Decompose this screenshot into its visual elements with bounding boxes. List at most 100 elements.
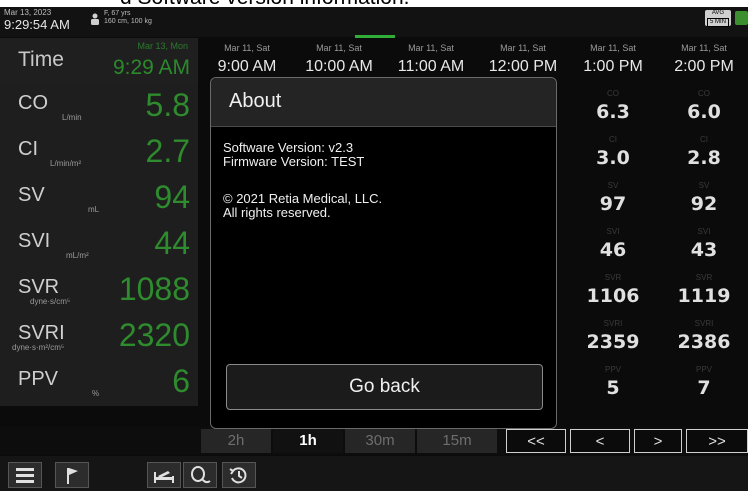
history-value: 97 [599, 193, 627, 215]
history-value: 92 [690, 193, 718, 215]
history-value: 46 [599, 239, 627, 261]
history-value: 6.0 [687, 101, 721, 123]
scroll-right-button[interactable]: > [634, 429, 682, 453]
time-label-cell: Time Mar 13, Mon 9:29 AM [0, 38, 200, 84]
history-cell: CO 6.0 [658, 84, 748, 128]
menu-button[interactable] [8, 462, 42, 488]
history-cell-name: CO [698, 89, 710, 98]
event-marker-button[interactable] [55, 462, 89, 488]
history-cell: SVR 1119 [658, 268, 748, 312]
param-current-value: 6 [172, 363, 190, 399]
history-value: 7 [697, 377, 711, 399]
history-cell: SVI 46 [567, 222, 659, 266]
history-value: 2386 [677, 331, 731, 353]
bottom-toolbar [0, 456, 748, 491]
current-time: 9:29 AM [112, 56, 190, 79]
history-cell: SV 97 [567, 176, 659, 220]
param-unit: L/min/m² [50, 159, 82, 168]
patient-icon[interactable] [90, 13, 100, 25]
param-unit: dyne·s/cm⁵ [30, 297, 71, 306]
param-name: SVI [18, 230, 51, 252]
column-time: 2:00 PM [674, 58, 734, 75]
history-value: 2359 [586, 331, 640, 353]
dialog-title: About [229, 90, 282, 112]
param-label-cell: SV mL 94 [0, 176, 200, 222]
param-unit: dyne·s·m²/cm⁵ [12, 343, 65, 352]
history-cell-name: SV [698, 181, 710, 190]
avg-window-value: 5 MIN [706, 18, 729, 27]
go-back-button[interactable]: Go back [226, 364, 543, 410]
history-cell: CI 3.0 [567, 130, 659, 174]
copyright-text: © 2021 Retia Medical, LLC. [223, 191, 383, 206]
param-name: SVR [18, 276, 60, 298]
avg-window-badge[interactable]: AVG 5 MIN [705, 10, 731, 27]
param-label-cell: SVRI dyne·s·m²/cm⁵ 2320 [0, 314, 200, 360]
software-version: Software Version: v2.3 [223, 140, 354, 155]
param-unit: L/min [62, 113, 82, 122]
scroll-far-left-button[interactable]: << [506, 429, 566, 453]
history-value: 5 [606, 377, 620, 399]
param-current-value: 5.8 [145, 87, 190, 123]
history-cell-name: CI [609, 135, 617, 144]
scroll-left-button[interactable]: < [570, 429, 630, 453]
history-cell: PPV 7 [658, 360, 748, 404]
column-date: Mar 11, Sat [681, 43, 727, 53]
param-name: CI [18, 138, 38, 160]
time-column-header: Mar 11, Sat 1:00 PM [567, 38, 659, 84]
history-icon [229, 467, 247, 484]
history-cell: SVI 43 [658, 222, 748, 266]
bed-icon [154, 471, 174, 483]
time-label: Time [18, 48, 64, 71]
column-time: 12:00 PM [488, 58, 558, 75]
param-current-value: 2320 [118, 317, 190, 353]
menu-icon [16, 468, 34, 483]
battery-icon [735, 11, 748, 25]
param-label-cell: SVI mL/m² 44 [0, 222, 200, 268]
current-date: Mar 13, Mon [137, 41, 188, 51]
patient-bed-button[interactable] [147, 462, 181, 488]
history-cell-name: CO [607, 89, 619, 98]
range-15m-button[interactable]: 15m [417, 429, 497, 453]
param-unit: % [92, 389, 100, 398]
sensor-button[interactable] [183, 462, 217, 488]
history-button[interactable] [222, 462, 256, 488]
history-value: 6.3 [596, 101, 630, 123]
status-bar: Mar 13, 2023 9:29:54 AM F, 67 yrs 160 cm… [0, 7, 748, 37]
history-value: 3.0 [596, 147, 630, 169]
history-cell-name: PPV [695, 365, 712, 374]
firmware-version: Firmware Version: TEST [223, 154, 365, 169]
param-current-value: 94 [154, 179, 190, 215]
range-2h-button[interactable]: 2h [201, 429, 271, 453]
column-date: Mar 11, Sat [590, 43, 636, 53]
history-cell-name: SVRI [694, 319, 714, 328]
param-name: SVRI [18, 322, 65, 344]
status-time: 9:29:54 AM [4, 17, 70, 32]
history-cell-name: SVR [604, 273, 622, 282]
history-cell: CO 6.3 [567, 84, 659, 128]
range-30m-button[interactable]: 30m [345, 429, 415, 453]
history-value: 1106 [586, 285, 640, 307]
history-cell: PPV 5 [567, 360, 659, 404]
monitor-screen: Mar 13, 2023 9:29:54 AM F, 67 yrs 160 cm… [0, 7, 748, 491]
history-cell: SVRI 2359 [567, 314, 659, 358]
param-current-value: 1088 [118, 271, 190, 307]
patient-body-size: 160 cm, 100 kg [104, 18, 152, 25]
time-column-header: Mar 11, Sat 2:00 PM [658, 38, 748, 84]
column-date: Mar 11, Sat [224, 43, 270, 53]
patient-info[interactable]: F, 67 yrs 160 cm, 100 kg [104, 10, 152, 26]
param-current-value: 2.7 [145, 133, 190, 169]
column-date: Mar 11, Sat [408, 43, 454, 53]
column-date: Mar 11, Sat [500, 43, 546, 53]
history-cell-name: SV [607, 181, 619, 190]
param-current-value: 44 [154, 225, 190, 261]
history-cell-name: SVI [697, 227, 711, 236]
history-value: 43 [690, 239, 718, 261]
history-cell-name: PPV [604, 365, 621, 374]
history-cell-name: CI [700, 135, 708, 144]
history-value: 1119 [677, 285, 731, 307]
range-1h-button[interactable]: 1h [273, 429, 343, 453]
history-cell-name: SVRI [603, 319, 623, 328]
scroll-far-right-button[interactable]: >> [686, 429, 748, 453]
sensor-icon [191, 466, 211, 484]
rights-text: All rights reserved. [223, 205, 331, 220]
